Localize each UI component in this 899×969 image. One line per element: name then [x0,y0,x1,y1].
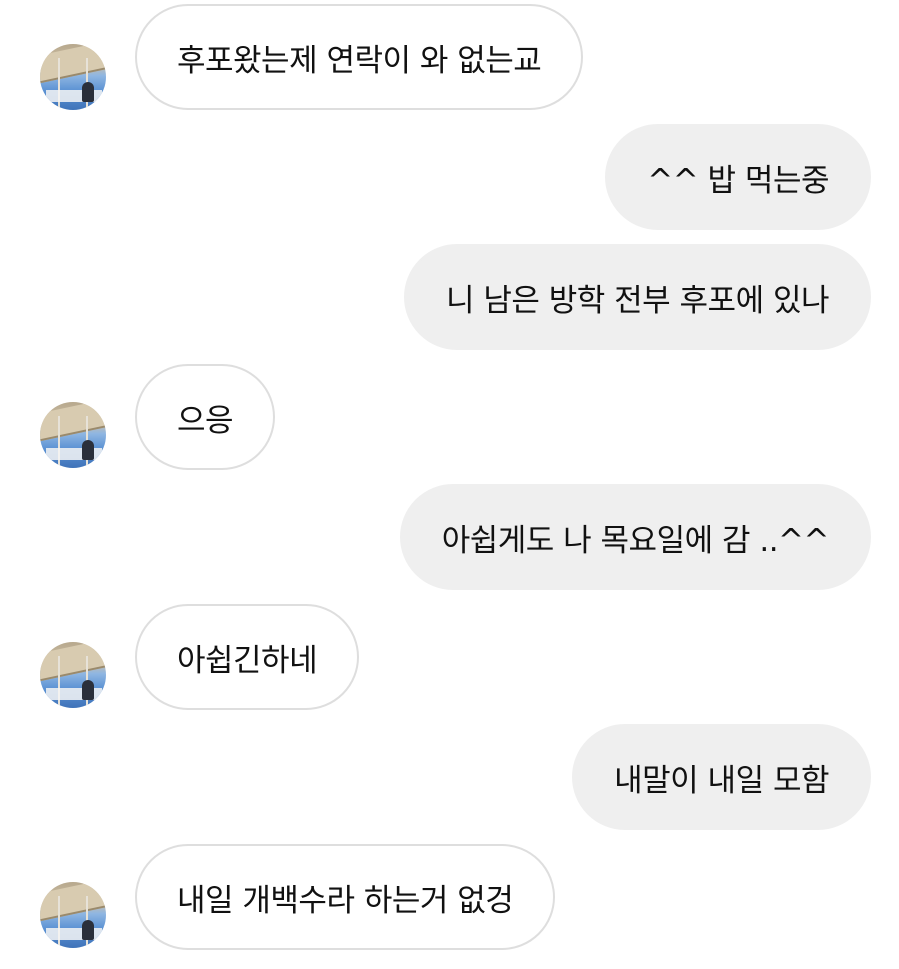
message-text: ^^ 밥 먹는중 [647,162,829,199]
message-row: 내일 개백수라 하는거 없겅 [0,844,899,950]
message-row: 아쉽게도 나 목요일에 감 ..^^ [0,484,899,590]
message-row: 내말이 내일 모함 [0,724,899,830]
message-thread[interactable]: 후포왔는제 연락이 와 없는교 ^^ 밥 먹는중 니 남은 방학 전부 후포에 … [0,0,899,969]
incoming-message-bubble[interactable]: 내일 개백수라 하는거 없겅 [135,844,556,950]
outgoing-message-bubble[interactable]: 니 남은 방학 전부 후포에 있나 [403,244,871,350]
message-row: 니 남은 방학 전부 후포에 있나 [0,244,899,350]
message-text: 아쉽게도 나 목요일에 감 ..^^ [441,522,830,559]
outgoing-message-bubble[interactable]: 내말이 내일 모함 [572,724,871,830]
message-text: 내일 개백수라 하는거 없겅 [177,882,514,919]
contact-avatar[interactable] [40,642,106,708]
message-text: 니 남은 방학 전부 후포에 있나 [445,282,830,319]
message-text: 으응 [177,402,234,439]
message-row: 으응 [0,364,899,470]
message-text: 후포왔는제 연락이 와 없는교 [177,42,542,79]
outgoing-message-bubble[interactable]: 아쉽게도 나 목요일에 감 ..^^ [399,484,871,590]
message-row: 후포왔는제 연락이 와 없는교 [0,4,899,110]
contact-avatar[interactable] [40,882,106,948]
contact-avatar[interactable] [40,44,106,110]
outgoing-message-bubble[interactable]: ^^ 밥 먹는중 [605,124,871,230]
incoming-message-bubble[interactable]: 으응 [135,364,276,470]
contact-avatar[interactable] [40,402,106,468]
incoming-message-bubble[interactable]: 아쉽긴하네 [135,604,360,710]
message-row: 아쉽긴하네 [0,604,899,710]
message-row: ^^ 밥 먹는중 [0,124,899,230]
message-text: 아쉽긴하네 [177,642,318,679]
message-text: 내말이 내일 모함 [614,762,829,799]
incoming-message-bubble[interactable]: 후포왔는제 연락이 와 없는교 [135,4,584,110]
